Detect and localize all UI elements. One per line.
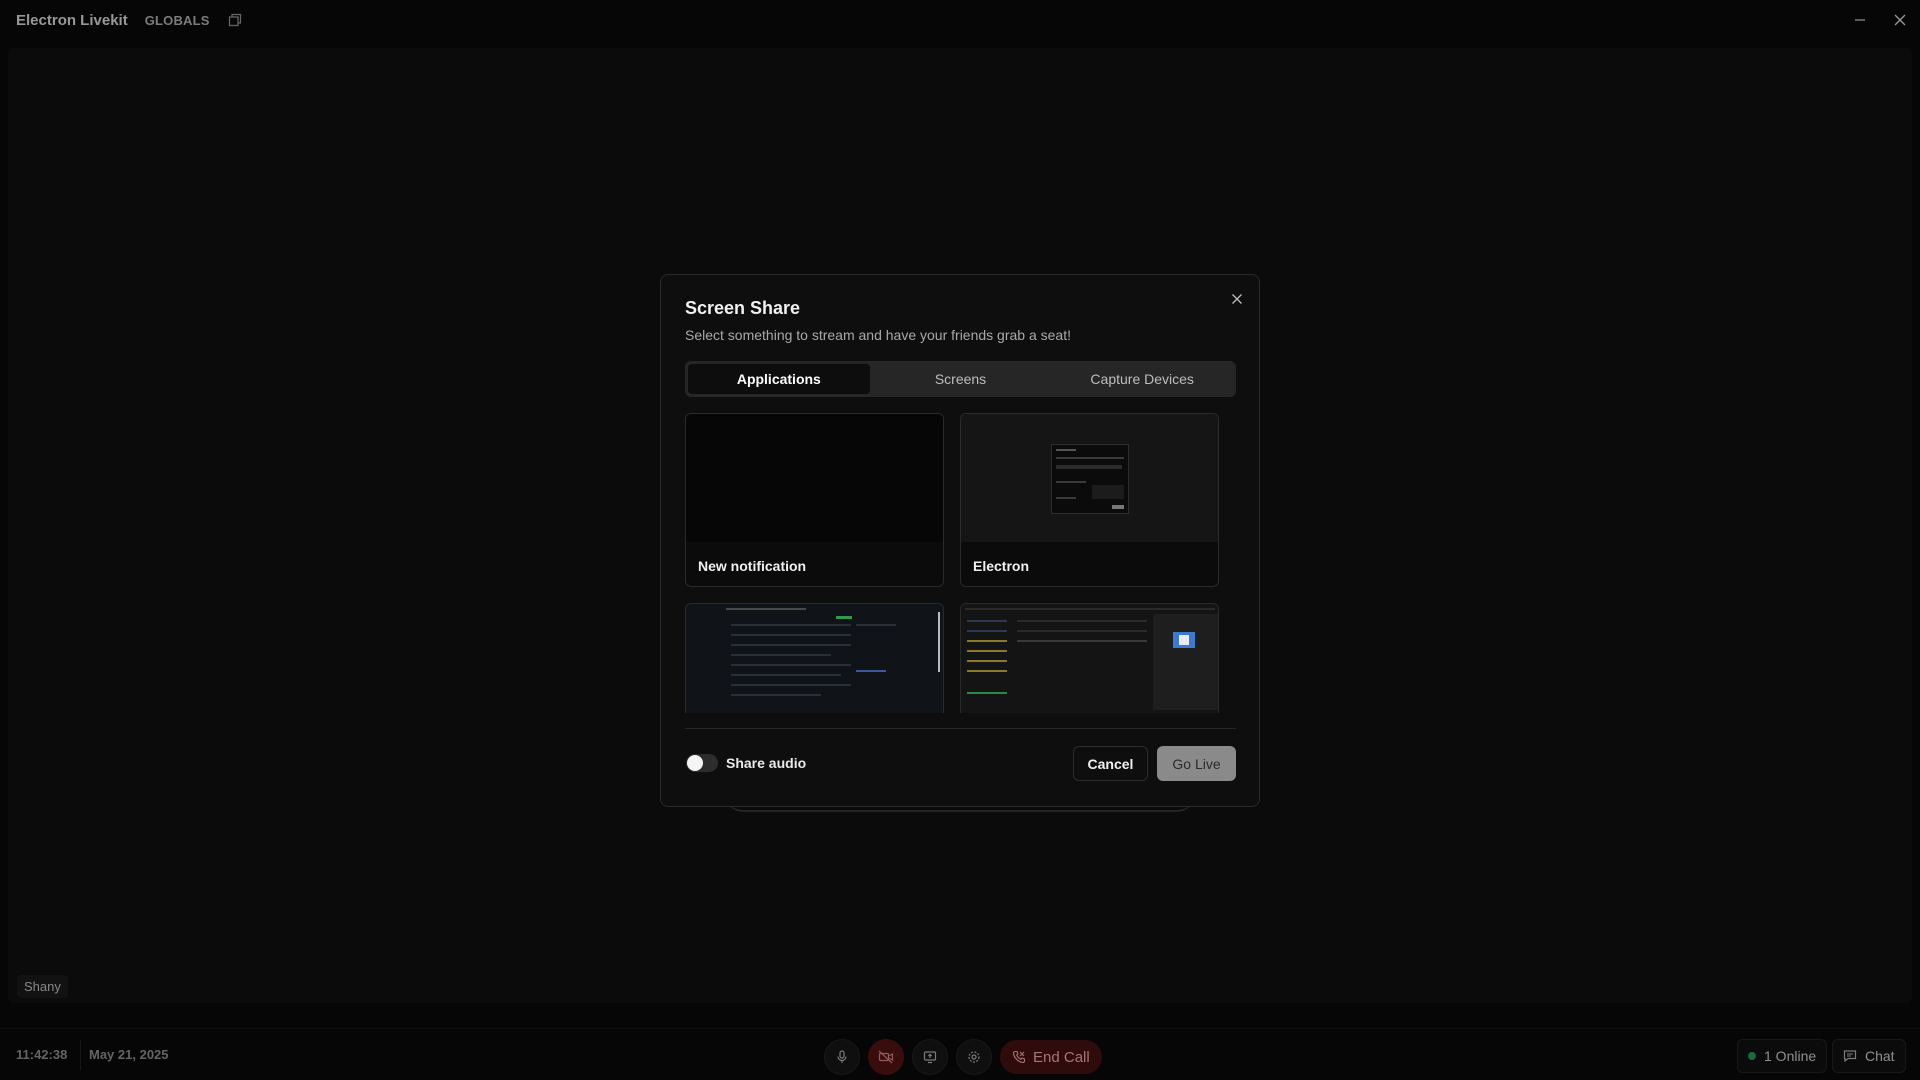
go-live-button[interactable]: Go Live xyxy=(1157,746,1236,781)
cancel-button[interactable]: Cancel xyxy=(1073,746,1148,781)
dialog-title: Screen Share xyxy=(685,298,801,318)
source-thumbnail xyxy=(961,414,1218,542)
share-audio-toggle[interactable] xyxy=(686,754,718,772)
close-icon[interactable] xyxy=(1227,289,1247,309)
tab-capture-devices[interactable]: Capture Devices xyxy=(1051,364,1233,394)
source-grid: New notification Electron xyxy=(685,413,1221,713)
source-thumbnail xyxy=(686,604,943,713)
source-label: Electron xyxy=(973,558,1030,574)
tab-applications[interactable]: Applications xyxy=(688,364,870,394)
source-card[interactable] xyxy=(685,603,944,713)
source-thumbnail xyxy=(961,604,1218,713)
screen-share-dialog: Screen Share Select something to stream … xyxy=(660,274,1260,807)
source-tabs: Applications Screens Capture Devices xyxy=(685,361,1236,397)
source-card[interactable]: Electron xyxy=(960,413,1219,587)
toggle-knob xyxy=(687,755,703,771)
source-thumbnail xyxy=(686,414,943,542)
source-card[interactable] xyxy=(960,603,1219,713)
footer-divider xyxy=(685,728,1236,729)
share-audio-label: Share audio xyxy=(726,755,807,771)
source-card[interactable]: New notification xyxy=(685,413,944,587)
source-label: New notification xyxy=(698,558,807,574)
dialog-subtitle: Select something to stream and have your… xyxy=(685,327,1071,343)
tab-screens[interactable]: Screens xyxy=(870,364,1052,394)
